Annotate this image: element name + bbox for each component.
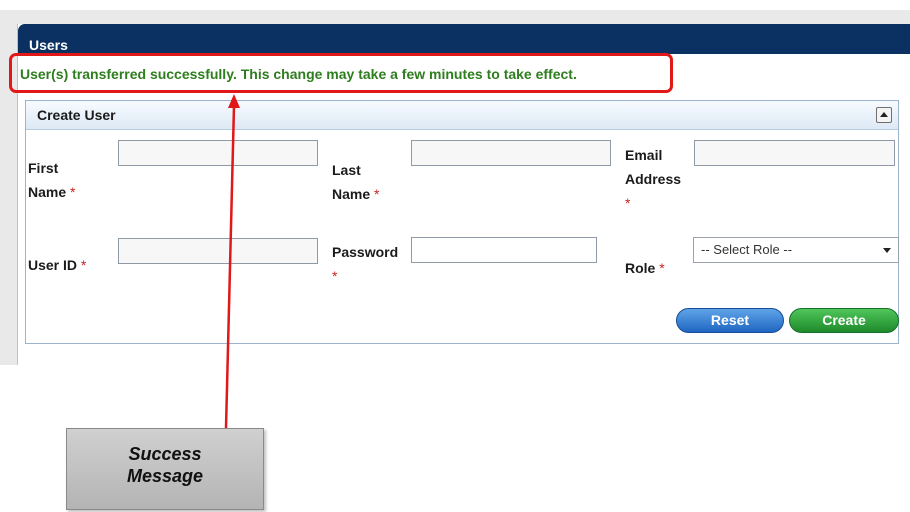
annotation-box: Success Message (66, 428, 264, 510)
annotation-text: Success Message (126, 444, 204, 486)
